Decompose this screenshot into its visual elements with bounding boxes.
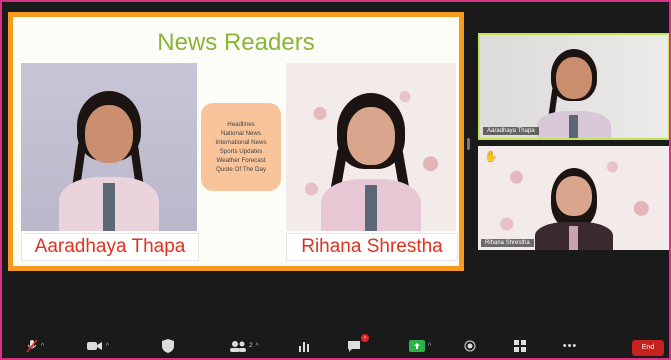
person-figure bbox=[311, 93, 431, 231]
microphone-muted-icon bbox=[26, 339, 38, 353]
participant-tile-active[interactable]: Aaradhaya Thapa bbox=[478, 33, 670, 140]
topic-item: Sports Updates bbox=[219, 148, 263, 155]
topic-item: Weather Forecast bbox=[216, 157, 266, 164]
person-figure bbox=[49, 91, 169, 231]
topic-item: National News bbox=[221, 130, 261, 137]
topic-item: International News bbox=[215, 139, 267, 146]
start-video-button[interactable]: ^ bbox=[80, 338, 116, 354]
shield-icon bbox=[162, 339, 174, 353]
share-screen-icon bbox=[408, 340, 425, 352]
participant-tile[interactable]: ✋ Rihana Shrestha bbox=[478, 146, 670, 250]
meeting-toolbar: ^ ^ 2 ^ • ^ ••• bbox=[0, 330, 671, 360]
shared-slide: News Readers Headlines National News Int… bbox=[8, 12, 464, 271]
polls-button[interactable] bbox=[294, 338, 314, 354]
polls-icon bbox=[299, 342, 309, 352]
participants-button[interactable]: 2 ^ bbox=[224, 338, 264, 354]
participants-icon bbox=[230, 341, 247, 352]
topic-item: Headlines bbox=[227, 121, 255, 128]
more-icon: ••• bbox=[562, 340, 578, 352]
chevron-up-icon[interactable]: ^ bbox=[428, 343, 431, 350]
unmute-button[interactable]: ^ bbox=[20, 338, 50, 354]
person-figure bbox=[529, 49, 619, 138]
raised-hand-icon: ✋ bbox=[484, 151, 498, 163]
participant-name-label: Aaradhaya Thapa bbox=[483, 127, 539, 135]
chat-icon bbox=[348, 341, 360, 352]
end-meeting-button[interactable]: End bbox=[632, 340, 664, 356]
photo-right-reader bbox=[286, 63, 456, 231]
right-reader-name: Rihana Shrestha bbox=[286, 233, 458, 261]
slide-canvas: News Readers Headlines National News Int… bbox=[13, 17, 459, 266]
chevron-up-icon[interactable]: ^ bbox=[41, 343, 44, 350]
video-camera-icon bbox=[86, 342, 102, 350]
person-figure bbox=[529, 168, 619, 250]
chevron-up-icon[interactable]: ^ bbox=[256, 343, 259, 350]
breakout-rooms-icon bbox=[514, 340, 526, 352]
chevron-up-icon[interactable]: ^ bbox=[106, 343, 109, 350]
more-button[interactable]: ••• bbox=[560, 338, 580, 354]
participant-count: 2 bbox=[249, 343, 253, 349]
share-screen-button[interactable]: ^ bbox=[400, 338, 440, 354]
record-button[interactable] bbox=[460, 338, 480, 354]
topic-item: Quote Of The Day bbox=[215, 166, 267, 173]
record-icon bbox=[464, 340, 476, 352]
chat-button[interactable]: • bbox=[344, 334, 369, 354]
security-button[interactable] bbox=[158, 338, 178, 354]
chat-notification-badge: • bbox=[361, 334, 369, 342]
slide-title: News Readers bbox=[157, 29, 315, 56]
resize-handle[interactable] bbox=[467, 138, 470, 150]
participant-name-label: Rihana Shrestha bbox=[481, 239, 534, 247]
photo-left-reader bbox=[21, 63, 197, 231]
breakout-rooms-button[interactable] bbox=[510, 338, 530, 354]
topics-list: Headlines National News International Ne… bbox=[201, 103, 281, 191]
left-reader-name: Aaradhaya Thapa bbox=[21, 233, 199, 261]
